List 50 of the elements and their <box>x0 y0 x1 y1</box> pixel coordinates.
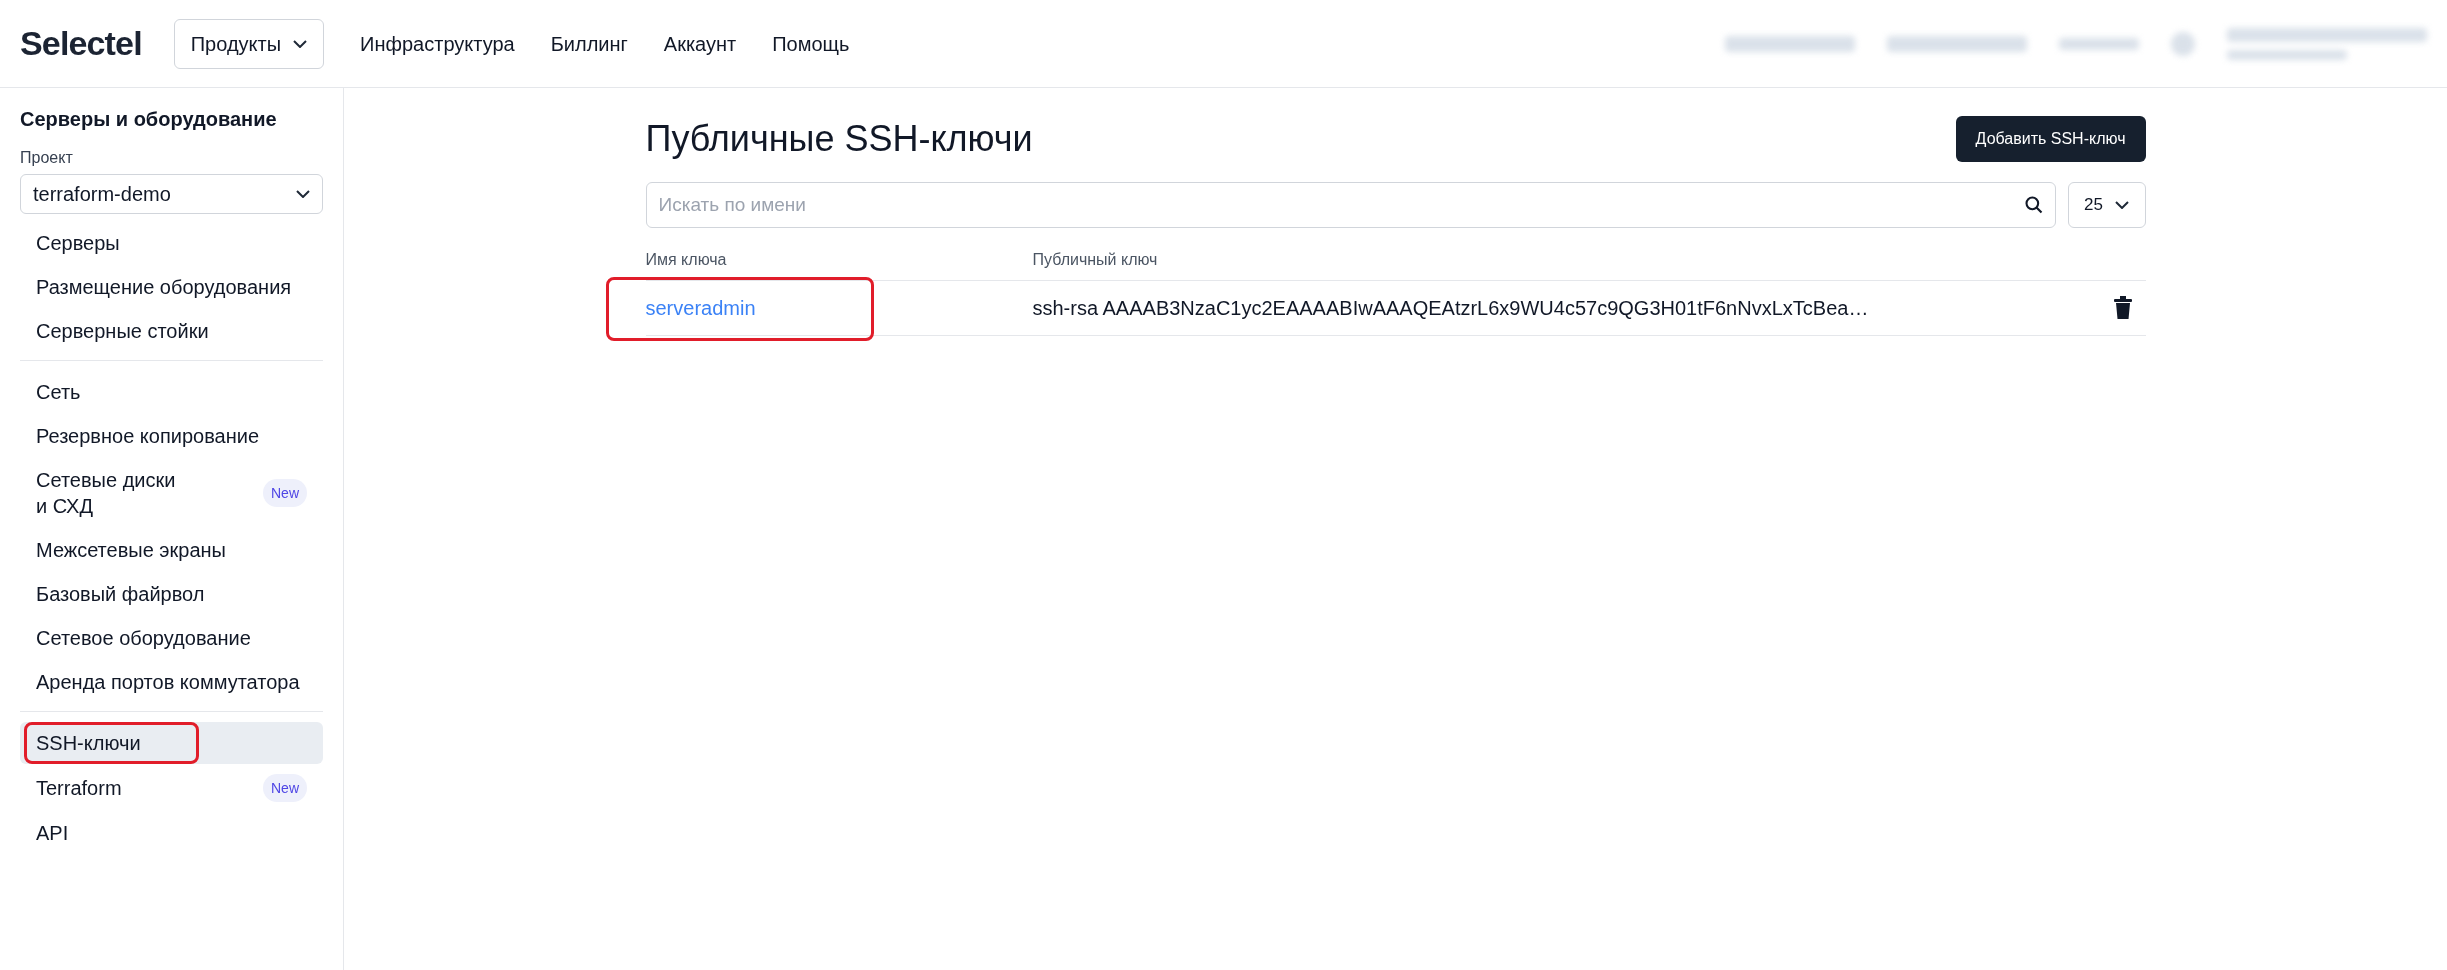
sidebar-item[interactable]: Серверы <box>20 222 323 264</box>
trash-icon[interactable] <box>2111 296 2134 320</box>
chevron-down-icon <box>296 190 310 198</box>
sidebar-item[interactable]: Резервное копирование <box>20 415 323 457</box>
new-badge: New <box>263 479 307 507</box>
sidebar-item-label: Сеть <box>36 380 81 405</box>
nav-link[interactable]: Инфраструктура <box>360 28 515 59</box>
search-icon <box>2023 195 2044 215</box>
sidebar-item[interactable]: Межсетевые экраны <box>20 529 323 571</box>
sidebar-item[interactable]: Серверные стойки <box>20 310 323 352</box>
column-header: Публичный ключ <box>1032 250 1158 270</box>
nav-link[interactable]: Биллинг <box>550 28 628 59</box>
nav-link[interactable]: Аккаунт <box>663 28 737 59</box>
sidebar-item[interactable]: Terraform New <box>20 766 323 810</box>
sidebar-item[interactable]: Размещение оборудования <box>20 266 323 308</box>
column-header: Имя ключа <box>645 250 728 270</box>
sidebar-item-label: SSH-ключи <box>36 731 141 756</box>
sidebar-item-label: Резервное копирование <box>36 424 260 449</box>
new-badge: New <box>263 774 307 802</box>
sidebar-item-label: Размещение оборудования <box>36 275 292 300</box>
sidebar-item[interactable]: Базовый файрвол <box>20 573 323 615</box>
sidebar-item-label: Серверные стойки <box>36 319 209 344</box>
sidebar-item-label: Серверы <box>36 231 120 256</box>
chevron-down-icon <box>293 39 308 48</box>
sidebar-item-label: API <box>36 821 69 846</box>
sidebar-item-label: Базовый файрвол <box>36 582 205 607</box>
add-ssh-key-button[interactable]: Добавить SSH-ключ <box>1955 116 2146 162</box>
sidebar-title: Серверы и оборудование <box>20 107 278 132</box>
public-key-cell-text: ssh-rsa AAAAB3NzaC1yc2EAAAABIwAAAQEAtzrL6x9WU4c57c9QG3H01tF6nNvxLxTcBea… <box>1032 296 1869 321</box>
chevron-down-icon <box>2114 201 2129 209</box>
sidebar-item[interactable]: API <box>20 812 323 854</box>
nav-link[interactable]: Помощь <box>772 28 850 59</box>
sidebar-item[interactable]: Сеть <box>20 371 323 413</box>
sidebar-item-label: Terraform <box>36 776 122 801</box>
sidebar-item-label: Межсетевые экраны <box>36 538 226 563</box>
sidebar-item-label: Сетевое оборудование <box>36 626 251 651</box>
sidebar-item[interactable]: Сетевое оборудование <box>20 617 323 659</box>
sidebar-item-label: Аренда портов коммутатора <box>36 670 300 695</box>
search-field[interactable]: Искать по имени <box>645 182 2056 228</box>
project-select[interactable]: terraform-demo <box>20 174 323 214</box>
key-name-link[interactable]: serveradmin <box>645 293 756 323</box>
project-label: Проект <box>20 148 74 168</box>
page-size-select[interactable]: 25 <box>2067 182 2146 228</box>
sidebar-item-label: Сетевые диски и СХД <box>36 468 176 519</box>
products-dropdown[interactable]: Продукты <box>173 18 325 69</box>
logo[interactable]: Selectel <box>20 18 142 69</box>
sidebar-item[interactable]: SSH-ключи <box>20 722 323 764</box>
sidebar-item[interactable]: Аренда портов коммутатора <box>20 661 323 703</box>
page-title: Публичные SSH-ключи <box>645 117 1033 161</box>
sidebar-item[interactable]: Сетевые диски и СХД New <box>20 459 323 527</box>
